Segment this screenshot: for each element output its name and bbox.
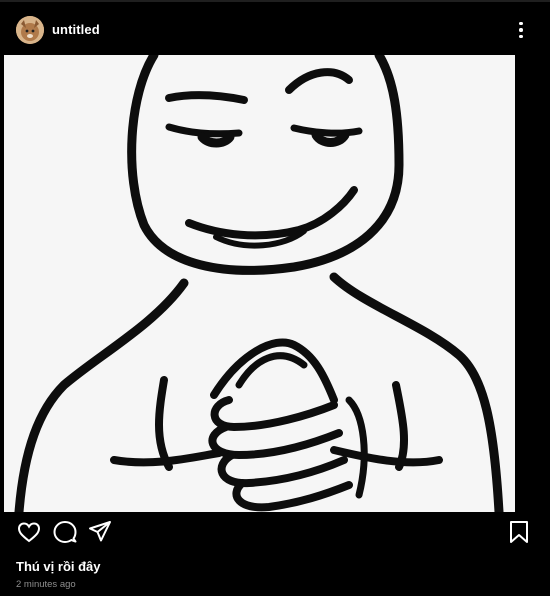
post-image[interactable]: [4, 55, 515, 512]
heart-outline-icon[interactable]: [16, 519, 42, 545]
avatar[interactable]: [16, 16, 44, 44]
post-actions: [0, 515, 550, 549]
post-timestamp: 2 minutes ago: [16, 579, 76, 590]
comment-bubble-icon[interactable]: [52, 519, 78, 545]
bookmark-outline-icon[interactable]: [506, 519, 532, 545]
more-vertical-icon[interactable]: [512, 18, 530, 42]
post-header: untitled: [0, 2, 550, 54]
username[interactable]: untitled: [52, 22, 100, 37]
meme-illustration: [14, 55, 504, 512]
post-caption: Thú vị rồi đây: [16, 559, 101, 574]
paper-plane-icon[interactable]: [87, 519, 113, 545]
avatar-image: [16, 16, 44, 44]
